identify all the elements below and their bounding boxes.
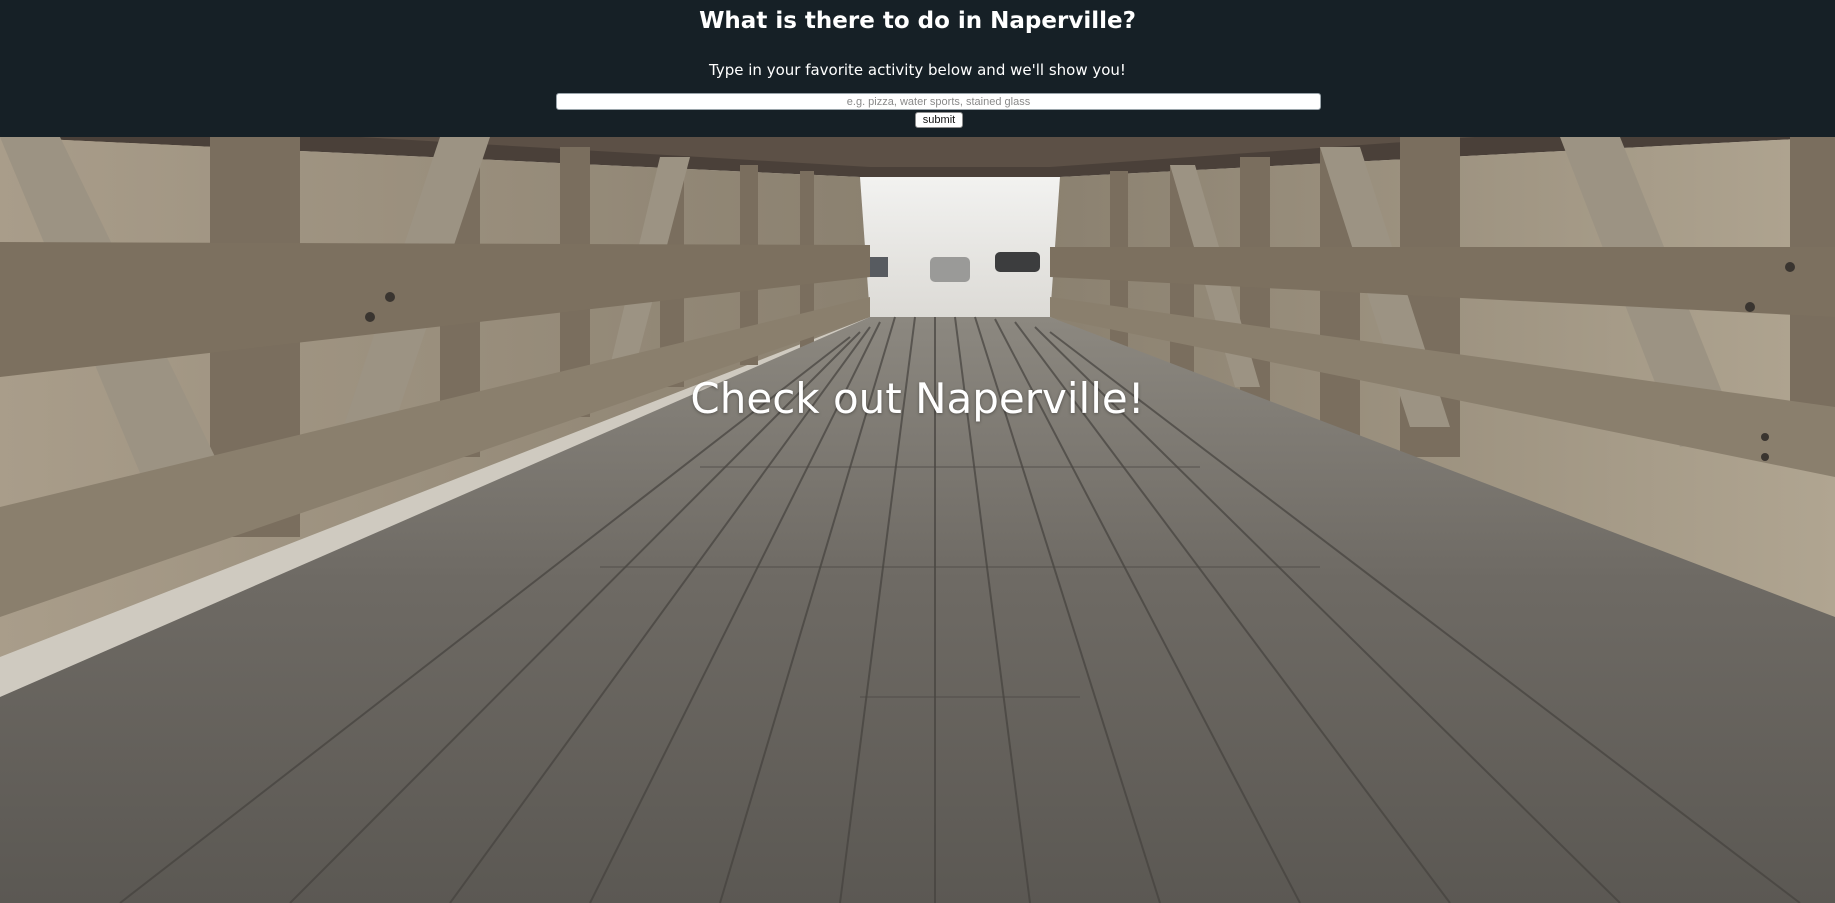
submit-button[interactable]: submit (915, 112, 963, 128)
page-header: What is there to do in Naperville? Type … (0, 0, 1835, 137)
hero-section: Check out Naperville! (0, 137, 1835, 903)
page-title: What is there to do in Naperville? (699, 8, 1136, 34)
hero-title: Check out Naperville! (690, 374, 1145, 423)
activity-search-input[interactable] (556, 93, 1321, 110)
covered-bridge-photo (0, 137, 1835, 903)
page-subtitle: Type in your favorite activity below and… (709, 61, 1126, 79)
